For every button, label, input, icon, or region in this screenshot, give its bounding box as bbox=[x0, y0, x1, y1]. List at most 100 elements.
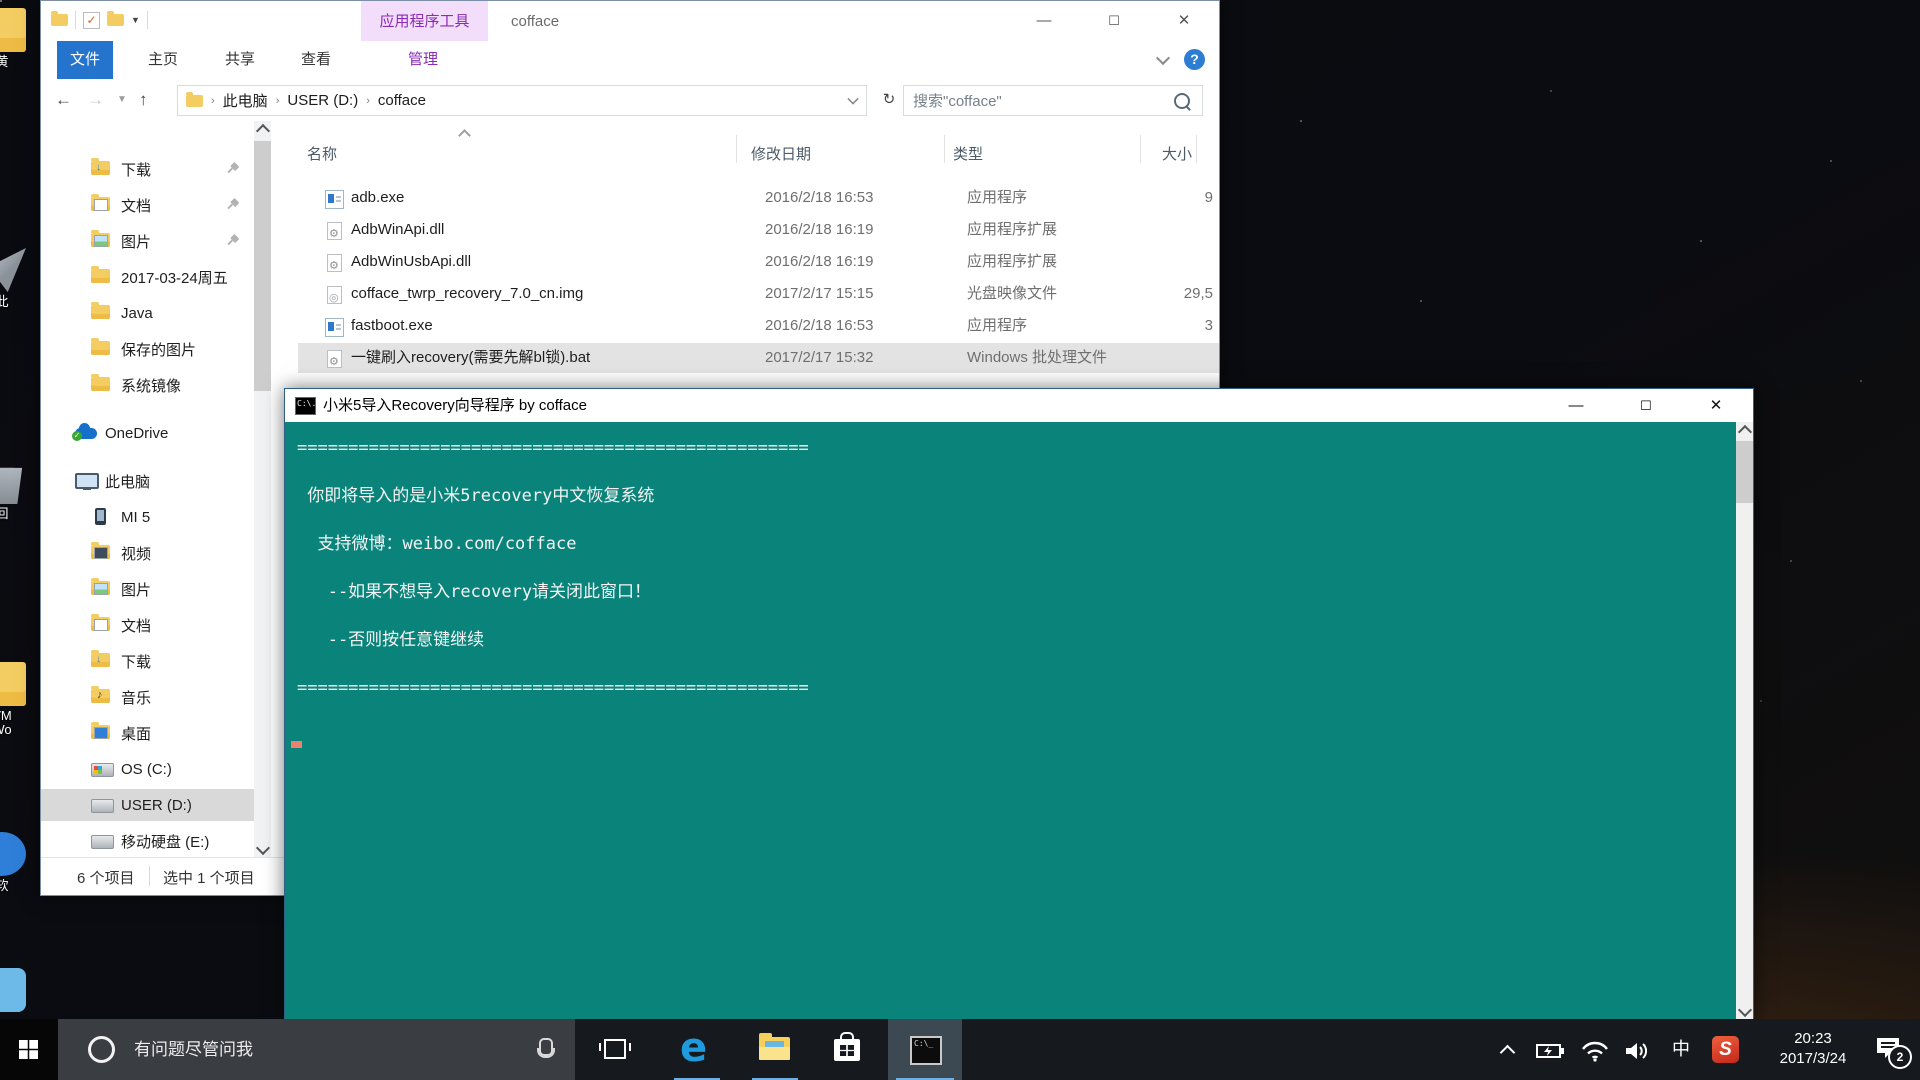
sidebar-item-视频[interactable]: 视频 bbox=[41, 537, 284, 569]
tray-expand-icon[interactable] bbox=[1500, 1045, 1516, 1061]
desktop-icon-app-shortcut[interactable]: 软 bbox=[0, 832, 30, 893]
breadcrumb-item[interactable]: USER (D:) bbox=[287, 92, 358, 109]
cortana-search-bar[interactable]: 有问题尽管问我 bbox=[58, 1019, 575, 1080]
column-separator[interactable] bbox=[736, 135, 737, 163]
help-icon[interactable]: ? bbox=[1184, 49, 1205, 70]
sidebar-item-下载[interactable]: ↓下载 bbox=[41, 153, 284, 185]
clock[interactable]: 20:23 2017/3/24 bbox=[1758, 1019, 1868, 1080]
console-titlebar[interactable]: 小米5导入Recovery向导程序 by cofface — ☐ ✕ bbox=[285, 389, 1753, 422]
forward-button[interactable]: → bbox=[87, 79, 104, 121]
sogou-input-icon[interactable]: S bbox=[1712, 1036, 1739, 1063]
desktop-icon-recycle-bin[interactable]: 回 bbox=[0, 460, 30, 521]
file-row[interactable]: AdbWinUsbApi.dll2016/2/18 16:19应用程序扩展 bbox=[298, 247, 1219, 277]
minimize-button[interactable]: — bbox=[1541, 389, 1611, 422]
back-button[interactable]: ← bbox=[55, 79, 72, 121]
sidebar-item-OS (C:)[interactable]: OS (C:) bbox=[41, 753, 284, 785]
sidebar-item-2017-03-24周五[interactable]: 2017-03-24周五 bbox=[41, 261, 284, 293]
explorer-titlebar[interactable]: ✓ ▼ 应用程序工具 cofface — ☐ ✕ bbox=[41, 1, 1219, 41]
taskbar-store-button[interactable] bbox=[816, 1019, 878, 1080]
taskbar-explorer-button[interactable] bbox=[744, 1019, 806, 1080]
sidebar-item-Java[interactable]: Java bbox=[41, 297, 284, 329]
edge-icon: e bbox=[680, 1025, 707, 1071]
file-date: 2016/2/18 16:19 bbox=[765, 247, 873, 277]
chevron-down-icon[interactable] bbox=[847, 93, 858, 104]
up-button[interactable]: ↑ bbox=[139, 79, 148, 121]
console-content[interactable]: ========================================… bbox=[285, 422, 1753, 1020]
tab-管理[interactable]: 管理 bbox=[393, 41, 453, 79]
close-button[interactable]: ✕ bbox=[1681, 389, 1751, 422]
maximize-button[interactable]: ☐ bbox=[1079, 1, 1149, 41]
taskbar-edge-button[interactable]: e bbox=[666, 1019, 728, 1080]
sidebar-item-此电脑[interactable]: 此电脑 bbox=[41, 465, 284, 497]
search-box[interactable]: 搜索"cofface" bbox=[903, 85, 1203, 116]
breadcrumb[interactable]: ›此电脑›USER (D:)›cofface bbox=[177, 85, 867, 116]
desktop-icon-app-shortcut-2[interactable] bbox=[0, 968, 30, 1015]
sidebar-item-文档[interactable]: 文档 bbox=[41, 189, 284, 221]
sidebar-item-移动硬盘 (E:)[interactable]: 移动硬盘 (E:) bbox=[41, 825, 284, 857]
file-row[interactable]: 一键刷入recovery(需要先解bl锁).bat2017/2/17 15:32… bbox=[298, 343, 1219, 373]
refresh-button[interactable]: ↻ bbox=[877, 85, 901, 114]
column-header-4[interactable]: 大小 bbox=[1162, 143, 1192, 164]
task-view-button[interactable] bbox=[588, 1019, 642, 1080]
file-row[interactable]: cofface_twrp_recovery_7.0_cn.img2017/2/1… bbox=[298, 279, 1219, 309]
tab-查看[interactable]: 查看 bbox=[288, 41, 344, 79]
wifi-icon[interactable] bbox=[1580, 1041, 1610, 1080]
qat-dropdown-icon[interactable]: ▼ bbox=[131, 15, 140, 25]
scroll-up-icon[interactable] bbox=[1738, 425, 1752, 439]
minimize-button[interactable]: — bbox=[1009, 1, 1079, 41]
sidebar-item-文档[interactable]: 文档 bbox=[41, 609, 284, 641]
column-separator[interactable] bbox=[1196, 135, 1197, 163]
sidebar-item-图片[interactable]: 图片 bbox=[41, 225, 284, 257]
microphone-icon[interactable] bbox=[539, 1038, 553, 1056]
sort-ascending-icon[interactable] bbox=[458, 129, 471, 142]
close-button[interactable]: ✕ bbox=[1149, 1, 1219, 41]
taskbar-cmd-button[interactable] bbox=[888, 1019, 962, 1080]
scroll-down-icon[interactable] bbox=[256, 841, 270, 855]
folder-icon[interactable] bbox=[107, 14, 124, 26]
desktop-icon-folder-shortcut[interactable]: VM Wo bbox=[0, 662, 30, 737]
file-row[interactable]: fastboot.exe2016/2/18 16:53应用程序3 bbox=[298, 311, 1219, 341]
checkmark-icon[interactable]: ✓ bbox=[83, 12, 100, 29]
breadcrumb-item[interactable]: cofface bbox=[378, 92, 426, 109]
scroll-up-icon[interactable] bbox=[256, 124, 270, 138]
scroll-down-icon[interactable] bbox=[1738, 1003, 1752, 1017]
battery-icon[interactable] bbox=[1536, 1043, 1566, 1080]
desktop: 黄此回 VM Wo 软 ✓ ▼ 应用程序工具 cofface — ☐ ✕ 文件主页共… bbox=[0, 0, 1920, 1080]
sidebar-item-音乐[interactable]: ♪音乐 bbox=[41, 681, 284, 713]
history-dropdown-icon[interactable]: ▼ bbox=[117, 79, 127, 121]
console-scrollbar[interactable] bbox=[1736, 422, 1753, 1020]
sidebar-item-下载[interactable]: ↓下载 bbox=[41, 645, 284, 677]
tab-文件[interactable]: 文件 bbox=[57, 41, 113, 79]
sidebar-item-保存的图片[interactable]: 保存的图片 bbox=[41, 333, 284, 365]
sidebar-item-图片[interactable]: 图片 bbox=[41, 573, 284, 605]
action-center-button[interactable]: 2 bbox=[1876, 1037, 1902, 1059]
column-header-2[interactable]: 修改日期 bbox=[751, 143, 811, 164]
breadcrumb-item[interactable]: 此电脑 bbox=[223, 90, 268, 111]
speaker-icon[interactable] bbox=[1624, 1041, 1652, 1080]
desktop-icon-folder[interactable]: 黄 bbox=[0, 8, 30, 69]
desktop-icon-paper-plane[interactable]: 此 bbox=[0, 248, 30, 309]
scrollbar-thumb[interactable] bbox=[254, 141, 271, 391]
ime-indicator[interactable]: 中 bbox=[1668, 1019, 1694, 1080]
column-header-1[interactable]: 名称 bbox=[307, 143, 337, 164]
column-header-3[interactable]: 类型 bbox=[953, 143, 983, 164]
maximize-button[interactable]: ☐ bbox=[1611, 389, 1681, 422]
start-button[interactable] bbox=[0, 1019, 58, 1080]
tab-主页[interactable]: 主页 bbox=[135, 41, 191, 79]
sidebar-item-桌面[interactable]: 桌面 bbox=[41, 717, 284, 749]
column-separator[interactable] bbox=[1140, 135, 1141, 163]
sidebar-item-MI 5[interactable]: MI 5 bbox=[41, 501, 284, 533]
sidebar-item-系统镜像[interactable]: 系统镜像 bbox=[41, 369, 284, 401]
scrollbar-thumb[interactable] bbox=[1736, 441, 1753, 503]
dll-file-icon bbox=[327, 222, 342, 240]
search-input[interactable]: 搜索"cofface" bbox=[913, 90, 1174, 111]
sidebar-item-OneDrive[interactable]: OneDrive bbox=[41, 417, 284, 449]
sidebar-item-label: 文档 bbox=[121, 195, 151, 216]
column-separator[interactable] bbox=[944, 135, 945, 163]
sidebar-scrollbar[interactable] bbox=[254, 121, 271, 858]
tab-共享[interactable]: 共享 bbox=[212, 41, 268, 79]
chevron-down-icon[interactable] bbox=[1156, 50, 1170, 64]
file-row[interactable]: adb.exe2016/2/18 16:53应用程序9 bbox=[298, 183, 1219, 213]
sidebar-item-USER (D:)[interactable]: USER (D:) bbox=[41, 789, 254, 821]
file-row[interactable]: AdbWinApi.dll2016/2/18 16:19应用程序扩展 bbox=[298, 215, 1219, 245]
